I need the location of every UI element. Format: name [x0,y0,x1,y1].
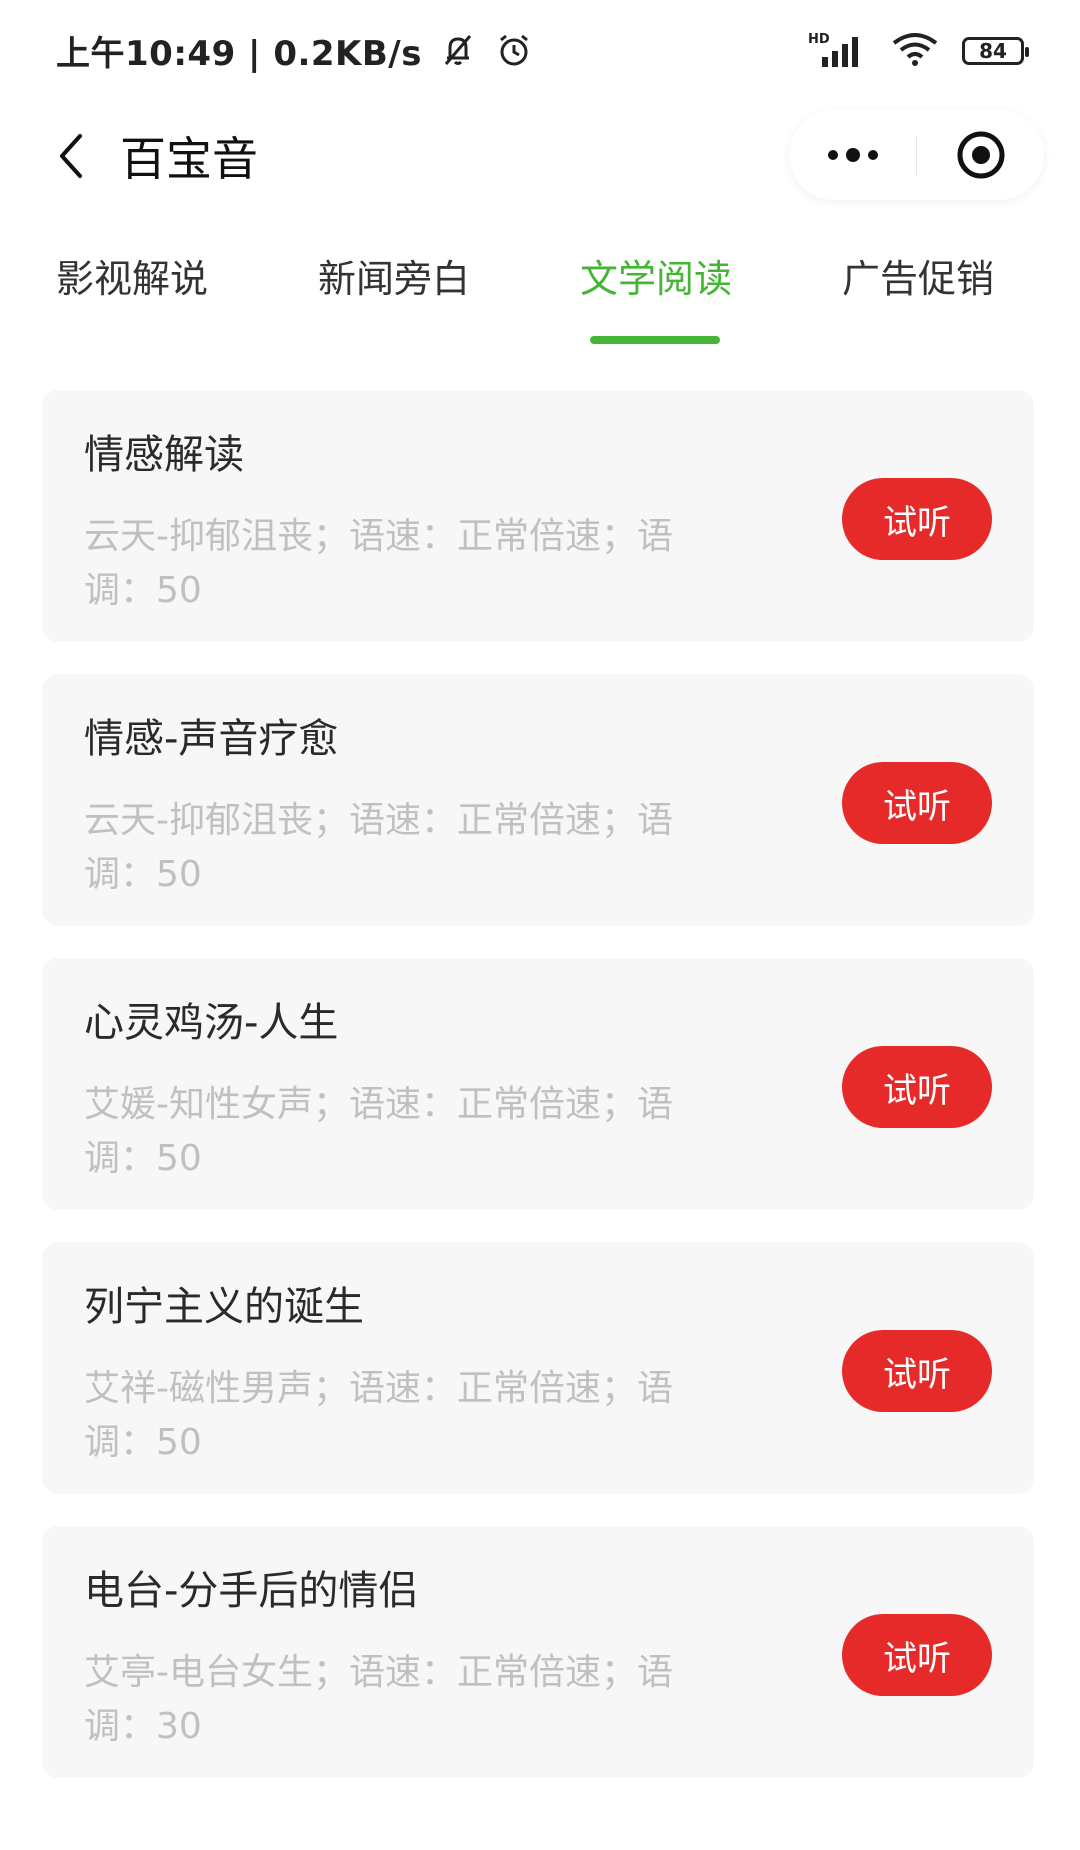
list-item: 心灵鸡汤-人生 艾媛-知性女声；语速：正常倍速；语调：50 试听 [42,958,1034,1210]
listen-button[interactable]: 试听 [842,1046,992,1128]
tab-film-commentary[interactable]: 影视解说 [56,240,208,310]
active-tab-indicator [590,336,720,344]
tab-literature-reading[interactable]: 文学阅读 [580,240,732,310]
page: 上午10:49 | 0.2KB/s HD 84 百宝音 影视解说 新闻旁白 文学… [0,0,1080,1850]
item-title: 列宁主义的诞生 [84,1284,364,1330]
item-description: 云天-抑郁沮丧；语速：正常倍速；语调：50 [84,516,673,611]
status-bar: 上午10:49 | 0.2KB/s HD 84 [0,0,1080,100]
item-title: 心灵鸡汤-人生 [84,1000,339,1046]
list-item: 列宁主义的诞生 艾祥-磁性男声；语速：正常倍速；语调：50 试听 [42,1242,1034,1494]
list-item: 情感-声音疗愈 云天-抑郁沮丧；语速：正常倍速；语调：50 试听 [42,674,1034,926]
tab-ad-promotion[interactable]: 广告促销 [842,240,994,310]
status-left: 上午10:49 | 0.2KB/s [56,22,534,78]
network-label: HD [808,32,830,47]
listen-button[interactable]: 试听 [842,762,992,844]
list-item: 情感解读 云天-抑郁沮丧；语速：正常倍速；语调：50 试听 [42,390,1034,642]
item-description: 艾祥-磁性男声；语速：正常倍速；语调：50 [84,1368,673,1463]
listen-button[interactable]: 试听 [842,1330,992,1412]
hd-signal-icon: HD [808,29,868,73]
nav-bar: 百宝音 [0,100,1080,210]
status-time-speed: 上午10:49 | 0.2KB/s [56,33,422,74]
mini-program-capsule [789,110,1044,200]
more-dots-icon [827,148,878,162]
more-button[interactable] [789,110,916,200]
battery-level: 84 [979,39,1007,63]
status-right: HD 84 [808,26,1029,76]
close-program-button[interactable] [917,110,1044,200]
wifi-icon [890,29,940,73]
category-tabs: 影视解说 新闻旁白 文学阅读 广告促销 [0,240,1080,350]
item-title: 电台-分手后的情侣 [84,1568,419,1614]
target-circle-icon [957,131,1004,179]
item-description: 艾媛-知性女声；语速：正常倍速；语调：50 [84,1084,673,1179]
tab-news-narration[interactable]: 新闻旁白 [318,240,470,310]
listen-button[interactable]: 试听 [842,1614,992,1696]
item-title: 情感-声音疗愈 [84,716,339,762]
page-title: 百宝音 [120,132,258,186]
back-button[interactable] [36,120,108,192]
item-description: 艾亭-电台女生；语速：正常倍速；语调：30 [84,1652,673,1747]
alarm-icon [494,30,534,70]
item-title: 情感解读 [84,432,244,478]
listen-button[interactable]: 试听 [842,478,992,560]
item-description: 云天-抑郁沮丧；语速：正常倍速；语调：50 [84,800,673,895]
list-item: 电台-分手后的情侣 艾亭-电台女生；语速：正常倍速；语调：30 试听 [42,1526,1034,1778]
chevron-left-icon [60,134,82,178]
battery-icon: 84 [962,37,1029,65]
bell-off-icon [438,30,478,70]
